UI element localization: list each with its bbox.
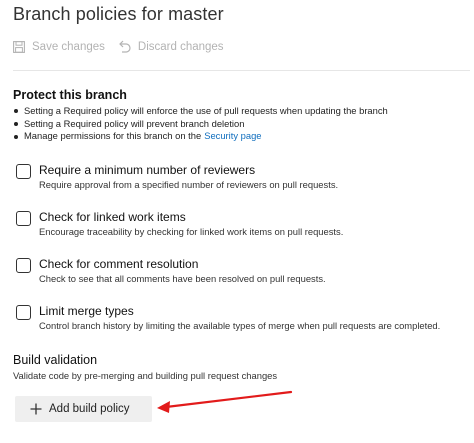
annotation-arrow-icon [157, 390, 293, 413]
